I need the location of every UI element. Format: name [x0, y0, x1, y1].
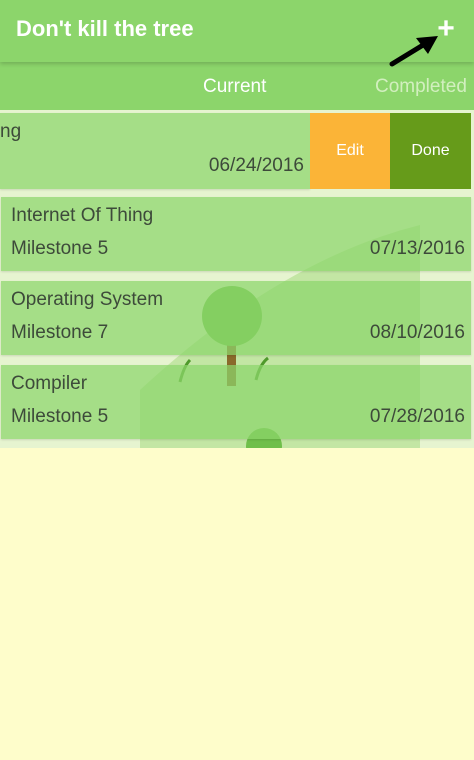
- task-card[interactable]: Compiler Milestone 5 07/28/2016: [1, 365, 471, 439]
- edit-button[interactable]: Edit: [310, 113, 390, 189]
- tab-completed[interactable]: Completed: [375, 76, 467, 98]
- app-title: Don't kill the tree: [16, 16, 194, 41]
- task-date: 08/10/2016: [369, 322, 465, 343]
- arrow-icon: [389, 36, 438, 67]
- task-card[interactable]: ng 06/24/2016: [0, 113, 310, 189]
- done-button[interactable]: Done: [390, 113, 471, 189]
- task-date: 06/24/2016: [208, 155, 304, 176]
- task-card[interactable]: Internet Of Thing Milestone 5 07/13/2016: [1, 197, 471, 271]
- tab-current[interactable]: Current: [203, 76, 266, 98]
- task-date: 07/13/2016: [369, 238, 465, 259]
- task-title: ng: [0, 121, 22, 142]
- task-title: Compiler: [11, 373, 88, 394]
- task-title: Operating System: [11, 289, 164, 310]
- task-milestone: Milestone 5: [11, 406, 109, 427]
- task-list[interactable]: ng 06/24/2016 Edit Done Internet Of Thin…: [0, 110, 474, 448]
- task-date: 07/28/2016: [369, 406, 465, 427]
- task-milestone: Milestone 5: [11, 238, 109, 259]
- task-title: Internet Of Thing: [11, 205, 154, 226]
- edit-label: Edit: [336, 142, 364, 159]
- task-card[interactable]: Operating System Milestone 7 08/10/2016: [1, 281, 471, 355]
- task-milestone: Milestone 7: [11, 322, 109, 343]
- done-label: Done: [411, 142, 450, 159]
